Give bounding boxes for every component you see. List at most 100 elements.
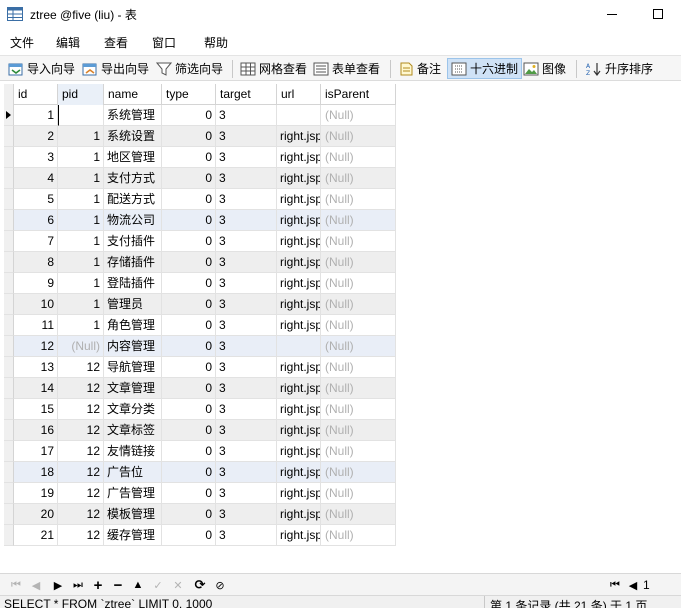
export-wizard-button[interactable]: 导出向导: [82, 58, 149, 79]
cell-id[interactable]: 15: [14, 399, 58, 420]
cell-target[interactable]: 3: [216, 273, 277, 294]
cell-pid[interactable]: 1: [58, 231, 104, 252]
cell-isparent[interactable]: (Null): [321, 336, 396, 357]
cell-type[interactable]: 0: [162, 126, 216, 147]
cell-target[interactable]: 3: [216, 378, 277, 399]
cell-url[interactable]: right.jsp: [277, 462, 321, 483]
cell-url[interactable]: right.jsp: [277, 357, 321, 378]
cell-pid[interactable]: 1: [58, 315, 104, 336]
cell-target[interactable]: 3: [216, 441, 277, 462]
row-indicator[interactable]: [4, 231, 14, 252]
row-indicator[interactable]: [4, 189, 14, 210]
cell-id[interactable]: 13: [14, 357, 58, 378]
next-record-button[interactable]: ▶: [50, 577, 66, 593]
cell-url[interactable]: right.jsp: [277, 210, 321, 231]
table-row[interactable]: 21 12 缓存管理 0 3 right.jsp (Null): [4, 525, 396, 546]
cell-isparent[interactable]: (Null): [321, 378, 396, 399]
cell-name[interactable]: 文章管理: [104, 378, 162, 399]
cell-name[interactable]: 系统设置: [104, 126, 162, 147]
cell-type[interactable]: 0: [162, 336, 216, 357]
table-row[interactable]: 14 12 文章管理 0 3 right.jsp (Null): [4, 378, 396, 399]
table-row[interactable]: 16 12 文章标签 0 3 right.jsp (Null): [4, 420, 396, 441]
column-header-isparent[interactable]: isParent: [321, 84, 396, 105]
row-indicator[interactable]: [4, 483, 14, 504]
apply-changes-button[interactable]: ▲: [130, 577, 146, 593]
cell-name[interactable]: 物流公司: [104, 210, 162, 231]
row-indicator[interactable]: [4, 126, 14, 147]
cell-url[interactable]: right.jsp: [277, 168, 321, 189]
cell-name[interactable]: 地区管理: [104, 147, 162, 168]
delete-record-button[interactable]: −: [110, 577, 126, 594]
row-indicator[interactable]: [4, 336, 14, 357]
cell-url[interactable]: right.jsp: [277, 483, 321, 504]
cell-type[interactable]: 0: [162, 525, 216, 546]
cell-target[interactable]: 3: [216, 336, 277, 357]
cell-target[interactable]: 3: [216, 126, 277, 147]
cell-pid[interactable]: 12: [58, 441, 104, 462]
cell-type[interactable]: 0: [162, 294, 216, 315]
cell-target[interactable]: 3: [216, 231, 277, 252]
cell-name[interactable]: 系统管理: [104, 105, 162, 126]
cell-url[interactable]: [277, 105, 321, 126]
cell-pid[interactable]: 12: [58, 420, 104, 441]
cell-isparent[interactable]: (Null): [321, 399, 396, 420]
page-number[interactable]: 1: [643, 578, 650, 592]
table-row[interactable]: 5 1 配送方式 0 3 right.jsp (Null): [4, 189, 396, 210]
row-indicator[interactable]: [4, 420, 14, 441]
row-indicator[interactable]: [4, 378, 14, 399]
cell-type[interactable]: 0: [162, 252, 216, 273]
cell-type[interactable]: 0: [162, 210, 216, 231]
cell-url[interactable]: right.jsp: [277, 378, 321, 399]
cell-pid[interactable]: 12: [58, 525, 104, 546]
cell-pid[interactable]: (Null): [58, 336, 104, 357]
cell-pid[interactable]: 1: [58, 273, 104, 294]
cell-type[interactable]: 0: [162, 378, 216, 399]
cell-name[interactable]: 广告管理: [104, 483, 162, 504]
table-row[interactable]: 10 1 管理员 0 3 right.jsp (Null): [4, 294, 396, 315]
memo-button[interactable]: 备注: [398, 58, 441, 79]
cell-name[interactable]: 文章标签: [104, 420, 162, 441]
cell-type[interactable]: 0: [162, 189, 216, 210]
image-button[interactable]: 图像: [523, 58, 566, 79]
cell-isparent[interactable]: (Null): [321, 525, 396, 546]
column-header-target[interactable]: target: [216, 84, 277, 105]
row-indicator[interactable]: [4, 168, 14, 189]
cell-isparent[interactable]: (Null): [321, 441, 396, 462]
menu-view[interactable]: 查看: [104, 34, 128, 51]
cell-id[interactable]: 20: [14, 504, 58, 525]
table-row[interactable]: 20 12 模板管理 0 3 right.jsp (Null): [4, 504, 396, 525]
cell-type[interactable]: 0: [162, 504, 216, 525]
cell-target[interactable]: 3: [216, 252, 277, 273]
check-icon[interactable]: ✓: [150, 577, 166, 593]
cell-name[interactable]: 支付方式: [104, 168, 162, 189]
cell-isparent[interactable]: (Null): [321, 168, 396, 189]
cancel-icon[interactable]: ✕: [170, 577, 186, 593]
minimize-button[interactable]: [589, 0, 635, 28]
cell-name[interactable]: 角色管理: [104, 315, 162, 336]
grid-view-button[interactable]: 网格查看: [240, 58, 307, 79]
cell-url[interactable]: right.jsp: [277, 504, 321, 525]
cell-name[interactable]: 广告位: [104, 462, 162, 483]
cell-target[interactable]: 3: [216, 525, 277, 546]
row-indicator[interactable]: [4, 525, 14, 546]
cell-pid[interactable]: 1: [58, 210, 104, 231]
cell-name[interactable]: 支付插件: [104, 231, 162, 252]
menu-help[interactable]: 帮助: [204, 34, 228, 51]
row-indicator[interactable]: [4, 315, 14, 336]
cell-url[interactable]: right.jsp: [277, 294, 321, 315]
cell-name[interactable]: 缓存管理: [104, 525, 162, 546]
cell-pid[interactable]: 1: [58, 294, 104, 315]
column-header-type[interactable]: type: [162, 84, 216, 105]
cell-id[interactable]: 8: [14, 252, 58, 273]
cell-type[interactable]: 0: [162, 462, 216, 483]
previous-record-button[interactable]: ◀: [28, 577, 44, 593]
cell-name[interactable]: 存储插件: [104, 252, 162, 273]
row-indicator[interactable]: [4, 210, 14, 231]
cell-name[interactable]: 友情链接: [104, 441, 162, 462]
cell-pid[interactable]: [58, 105, 104, 126]
cell-target[interactable]: 3: [216, 357, 277, 378]
cell-url[interactable]: right.jsp: [277, 441, 321, 462]
cell-type[interactable]: 0: [162, 399, 216, 420]
cell-url[interactable]: right.jsp: [277, 420, 321, 441]
cell-isparent[interactable]: (Null): [321, 315, 396, 336]
